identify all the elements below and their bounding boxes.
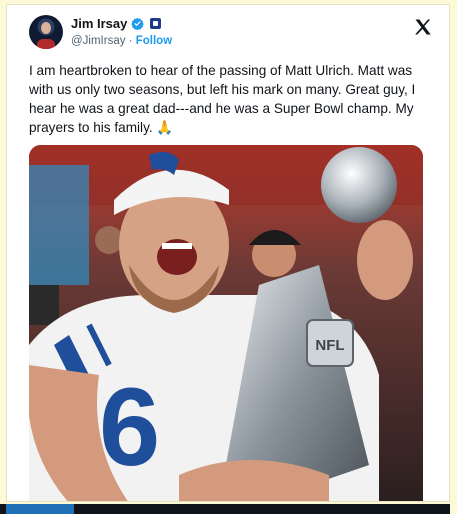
avatar-shirt	[37, 39, 55, 49]
tweet-text: I am heartbroken to hear of the passing …	[29, 63, 416, 135]
avatar[interactable]	[29, 15, 63, 49]
author-name[interactable]: Jim Irsay	[71, 16, 127, 31]
author-handle-row: @JimIrsay · Follow	[71, 35, 172, 47]
affiliate-badge-icon	[150, 18, 162, 29]
avatar-face	[41, 22, 51, 34]
follow-button[interactable]: Follow	[136, 35, 172, 47]
author-name-row: Jim Irsay	[71, 16, 162, 31]
tweet-card: Jim Irsay @JimIrsay · Follow I am heartb…	[6, 4, 450, 502]
bottom-bar-accent	[6, 504, 74, 514]
photo-illustration: 6 NFL	[29, 145, 423, 501]
tweet-header: Jim Irsay @JimIrsay · Follow	[29, 15, 435, 55]
bottom-bar	[0, 504, 450, 514]
separator: ·	[128, 35, 133, 47]
x-logo-icon[interactable]	[413, 17, 433, 37]
author-handle[interactable]: @JimIrsay	[71, 35, 125, 47]
verified-badge-icon	[131, 17, 145, 30]
tweet-photo[interactable]: 6 NFL	[29, 145, 423, 501]
trophy-label: NFL	[315, 337, 344, 354]
